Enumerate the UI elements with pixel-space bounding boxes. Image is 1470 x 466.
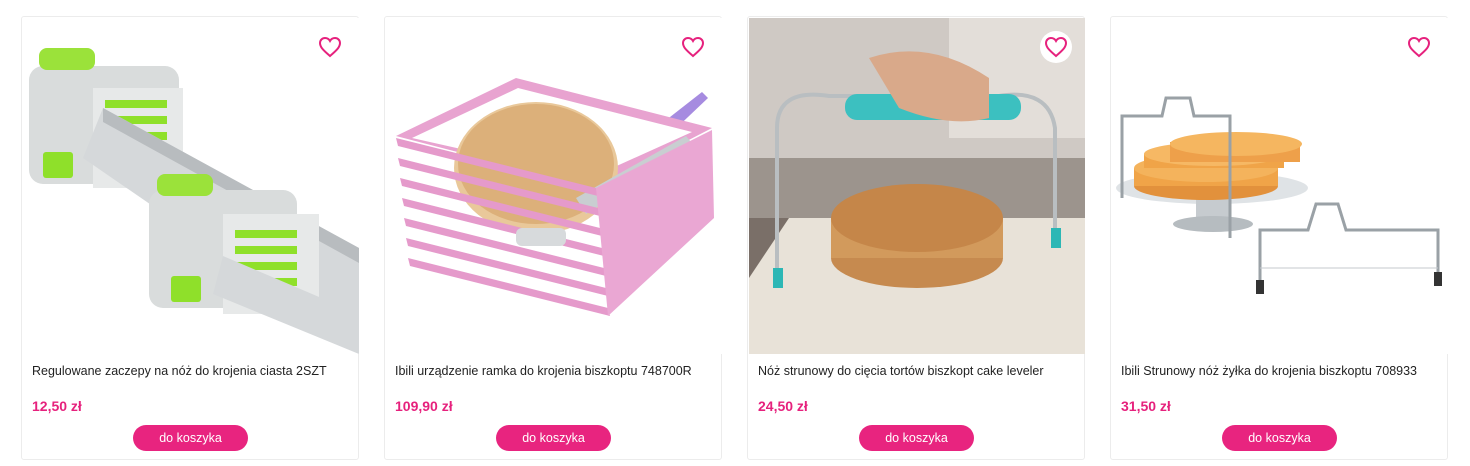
- product-name[interactable]: Regulowane zaczepy na nóż do krojenia ci…: [32, 363, 350, 379]
- heart-icon[interactable]: [314, 31, 346, 63]
- product-name[interactable]: Ibili urządzenie ramka do krojenia biszk…: [395, 363, 713, 379]
- wire-cake-cutter-image: [1112, 18, 1448, 354]
- product-price: 31,50 zł: [1121, 398, 1171, 414]
- add-to-cart-button[interactable]: do koszyka: [133, 425, 248, 451]
- product-grid: Regulowane zaczepy na nóż do krojenia ci…: [21, 16, 1449, 460]
- heart-icon[interactable]: [677, 31, 709, 63]
- product-image[interactable]: [749, 18, 1085, 354]
- product-image[interactable]: [386, 18, 722, 354]
- add-to-cart-button[interactable]: do koszyka: [496, 425, 611, 451]
- product-price: 12,50 zł: [32, 398, 82, 414]
- cake-slicer-clips-image: [23, 18, 359, 354]
- product-name[interactable]: Ibili Strunowy nóż żyłka do krojenia bis…: [1121, 363, 1439, 379]
- product-price: 24,50 zł: [758, 398, 808, 414]
- add-to-cart-button[interactable]: do koszyka: [1222, 425, 1337, 451]
- product-card: Ibili urządzenie ramka do krojenia biszk…: [384, 16, 722, 460]
- cake-cutting-frame-image: [386, 18, 722, 354]
- product-name[interactable]: Nóż strunowy do cięcia tortów biszkopt c…: [758, 363, 1076, 379]
- cake-leveler-image: [749, 18, 1085, 354]
- product-image[interactable]: [23, 18, 359, 354]
- heart-icon[interactable]: [1403, 31, 1435, 63]
- heart-icon[interactable]: [1040, 31, 1072, 63]
- product-card: Nóż strunowy do cięcia tortów biszkopt c…: [747, 16, 1085, 460]
- product-card: Ibili Strunowy nóż żyłka do krojenia bis…: [1110, 16, 1448, 460]
- product-image[interactable]: [1112, 18, 1448, 354]
- product-price: 109,90 zł: [395, 398, 453, 414]
- add-to-cart-button[interactable]: do koszyka: [859, 425, 974, 451]
- product-card: Regulowane zaczepy na nóż do krojenia ci…: [21, 16, 359, 460]
